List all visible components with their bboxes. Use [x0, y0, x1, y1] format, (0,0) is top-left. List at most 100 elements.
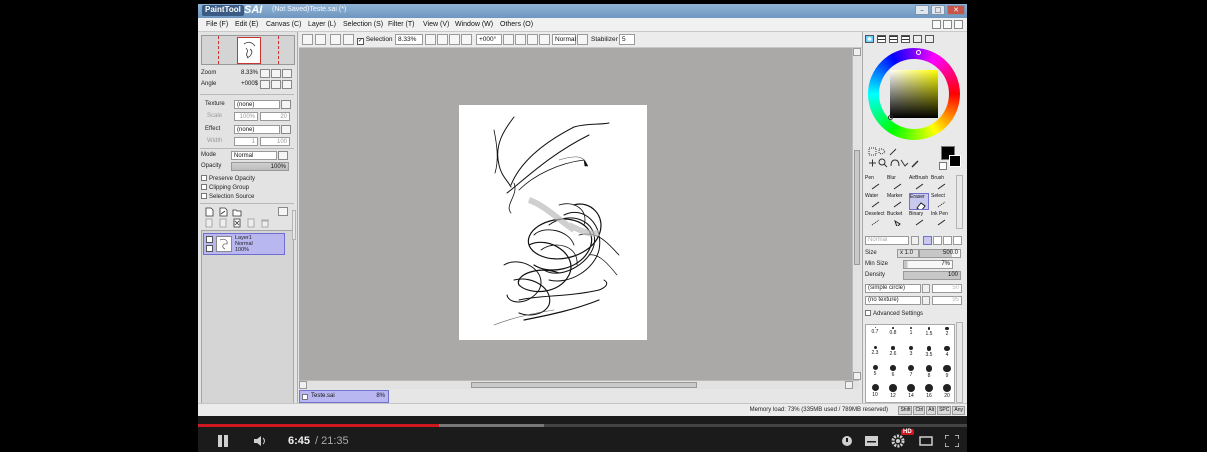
scroll-right-arrow[interactable]	[845, 381, 853, 389]
merge-visible-icon[interactable]	[246, 218, 256, 228]
menu-view[interactable]: View (V)	[423, 21, 449, 28]
volume-icon[interactable]	[254, 435, 268, 447]
tool-eraser[interactable]: Eraser	[909, 193, 929, 210]
menu-window[interactable]: Window (W)	[455, 21, 493, 28]
annotations-icon[interactable]	[841, 435, 853, 447]
invert-selection-button[interactable]	[343, 34, 354, 45]
size-multiplier-select[interactable]: x 1.0	[897, 249, 919, 258]
tool-blur[interactable]: Blur	[887, 175, 907, 192]
mdi-minimize-button[interactable]	[932, 20, 941, 29]
toolbar-blend-select[interactable]: Normal	[552, 34, 576, 45]
effect-width-value[interactable]: 1	[234, 137, 258, 146]
rotate-cw-button[interactable]	[515, 34, 526, 45]
brush-size-preset[interactable]: 7	[902, 365, 920, 378]
merge-down-icon[interactable]	[218, 218, 228, 228]
tool-ink-pen[interactable]: Ink Pen	[931, 211, 951, 228]
brush-blend-select[interactable]: Normal	[865, 236, 909, 245]
redo-button[interactable]	[315, 34, 326, 45]
brush-size-preset[interactable]: 0.8	[884, 327, 902, 336]
brush-size-preset[interactable]: 5	[866, 365, 884, 377]
undo-button[interactable]	[302, 34, 313, 45]
selection-checkbox[interactable]: ✓ Selection	[357, 36, 393, 45]
brush-shape-strength[interactable]: 50	[932, 284, 962, 293]
vertical-scroll-thumb[interactable]	[854, 150, 860, 265]
preserve-opacity-checkbox[interactable]: Preserve Opacity	[201, 175, 255, 182]
intermediate-color-icon[interactable]	[901, 35, 910, 43]
size-slider[interactable]: 500.0	[919, 249, 961, 258]
texture-strength-value[interactable]: 20	[260, 112, 290, 121]
menu-canvas[interactable]: Canvas (C)	[266, 21, 301, 28]
brush-size-preset[interactable]: 1.5	[920, 327, 938, 337]
tool-bucket[interactable]: Bucket	[887, 211, 907, 228]
color-hue-ring[interactable]	[868, 48, 960, 140]
transparent-color-swatch[interactable]	[939, 162, 947, 170]
zoom-plus-button[interactable]	[437, 34, 448, 45]
tool-marker[interactable]: Marker	[887, 193, 907, 210]
zoom-in-button[interactable]	[271, 69, 281, 78]
brush-size-preset[interactable]: 10	[866, 384, 884, 398]
brush-texture-strength[interactable]: 95	[932, 296, 962, 305]
min-size-slider[interactable]: 7%	[903, 260, 953, 269]
saturation-value-square[interactable]	[890, 70, 938, 118]
tool-water[interactable]: Water	[865, 193, 885, 210]
brush-size-preset[interactable]: 8	[920, 365, 938, 379]
brush-size-preset[interactable]: 2.6	[884, 346, 902, 357]
toolbar-angle-field[interactable]: +000°	[476, 34, 502, 45]
drawing-canvas[interactable]	[459, 105, 647, 340]
fullscreen-icon[interactable]	[945, 435, 959, 447]
layer-list-scrollbar[interactable]	[292, 210, 296, 240]
menu-others[interactable]: Others (O)	[500, 21, 533, 28]
new-folder-icon[interactable]	[232, 207, 242, 217]
effect-dropdown-button[interactable]	[281, 125, 291, 134]
rgb-slider-icon[interactable]	[877, 35, 886, 43]
canvas-horizontal-scrollbar[interactable]	[299, 380, 859, 389]
brush-icon[interactable]	[206, 245, 213, 252]
horizontal-scroll-thumb[interactable]	[471, 382, 697, 388]
zoom-fit-button[interactable]	[449, 34, 460, 45]
density-slider[interactable]: 100	[903, 271, 961, 280]
maximize-button[interactable]: □	[931, 5, 945, 15]
transfer-down-icon[interactable]	[204, 218, 214, 228]
brush-size-preset[interactable]: 2.3	[866, 346, 884, 356]
mdi-close-button[interactable]	[954, 20, 963, 29]
menu-selection[interactable]: Selection (S)	[343, 21, 383, 28]
brush-size-preset[interactable]: 0.7	[866, 327, 884, 335]
brush-size-preset[interactable]: 20	[938, 384, 956, 399]
minimize-button[interactable]: –	[915, 5, 929, 15]
hsv-slider-icon[interactable]	[889, 35, 898, 43]
toolbar-zoom-field[interactable]: 8.33%	[395, 34, 423, 45]
brush-size-preset[interactable]: 3.5	[920, 346, 938, 358]
tool-airbrush[interactable]: AirBrush	[909, 175, 929, 192]
brush-size-preset[interactable]: 3	[902, 346, 920, 357]
texture-dropdown-button[interactable]	[281, 100, 291, 109]
pause-icon[interactable]	[217, 435, 229, 447]
rotate-reset-button[interactable]	[527, 34, 538, 45]
brush-size-preset[interactable]: 9	[938, 365, 956, 379]
scroll-down-arrow[interactable]	[853, 372, 861, 380]
deselect-button[interactable]	[330, 34, 341, 45]
file-tab[interactable]: Teste.sai 8%	[299, 390, 389, 403]
secondary-color-swatch[interactable]	[949, 155, 961, 167]
brush-size-preset[interactable]: 6	[884, 365, 902, 378]
close-button[interactable]: ✕	[947, 5, 965, 15]
tool-pen[interactable]: Pen	[865, 175, 885, 192]
eye-icon[interactable]	[206, 236, 213, 243]
clipping-group-checkbox[interactable]: Clipping Group	[201, 184, 249, 191]
blend-mode-select[interactable]: Normal	[231, 151, 277, 160]
user-swatches-icon[interactable]	[913, 35, 922, 43]
brush-texture-dropdown-button[interactable]	[922, 296, 930, 305]
scratchpad-icon[interactable]	[925, 35, 934, 43]
mdi-restore-button[interactable]	[943, 20, 952, 29]
progress-bar[interactable]	[198, 424, 967, 427]
rotate-left-button[interactable]	[260, 80, 270, 89]
brush-size-preset[interactable]: 12	[884, 384, 902, 399]
tip-sharp-icon[interactable]	[923, 236, 932, 245]
color-wheel-mode-icon[interactable]	[865, 35, 874, 43]
texture-select[interactable]: (none)	[234, 100, 280, 109]
new-linework-layer-icon[interactable]	[218, 207, 228, 217]
brush-texture-select[interactable]: (no texture)	[865, 296, 921, 305]
zoom-minus-button[interactable]	[425, 34, 436, 45]
settings-gear-icon[interactable]	[891, 434, 905, 448]
zoom-actual-button[interactable]	[461, 34, 472, 45]
brush-shape-dropdown-button[interactable]	[922, 284, 930, 293]
